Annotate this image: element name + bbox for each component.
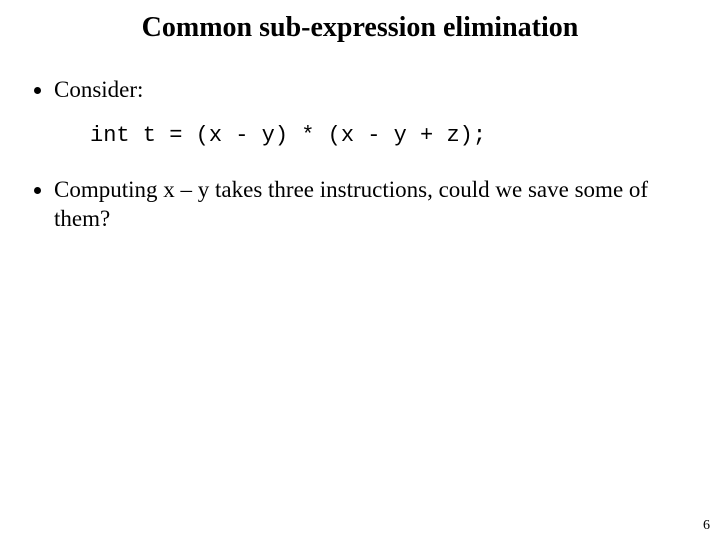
bullet-computing: Computing x – y takes three instructions… — [54, 176, 690, 234]
bullet-consider-text: Consider: — [54, 77, 143, 102]
bullet-list: Consider: — [30, 76, 690, 105]
slide-body: Consider: int t = (x - y) * (x - y + z);… — [30, 76, 690, 251]
page-number: 6 — [703, 518, 710, 534]
bullet-list-2: Computing x – y takes three instructions… — [30, 176, 690, 234]
slide-title: Common sub-expression elimination — [0, 12, 720, 44]
bullet-consider: Consider: — [54, 76, 690, 105]
slide: Common sub-expression elimination Consid… — [0, 0, 720, 540]
bullet-computing-text: Computing x – y takes three instructions… — [54, 177, 648, 231]
code-block: int t = (x - y) * (x - y + z); — [90, 123, 690, 148]
